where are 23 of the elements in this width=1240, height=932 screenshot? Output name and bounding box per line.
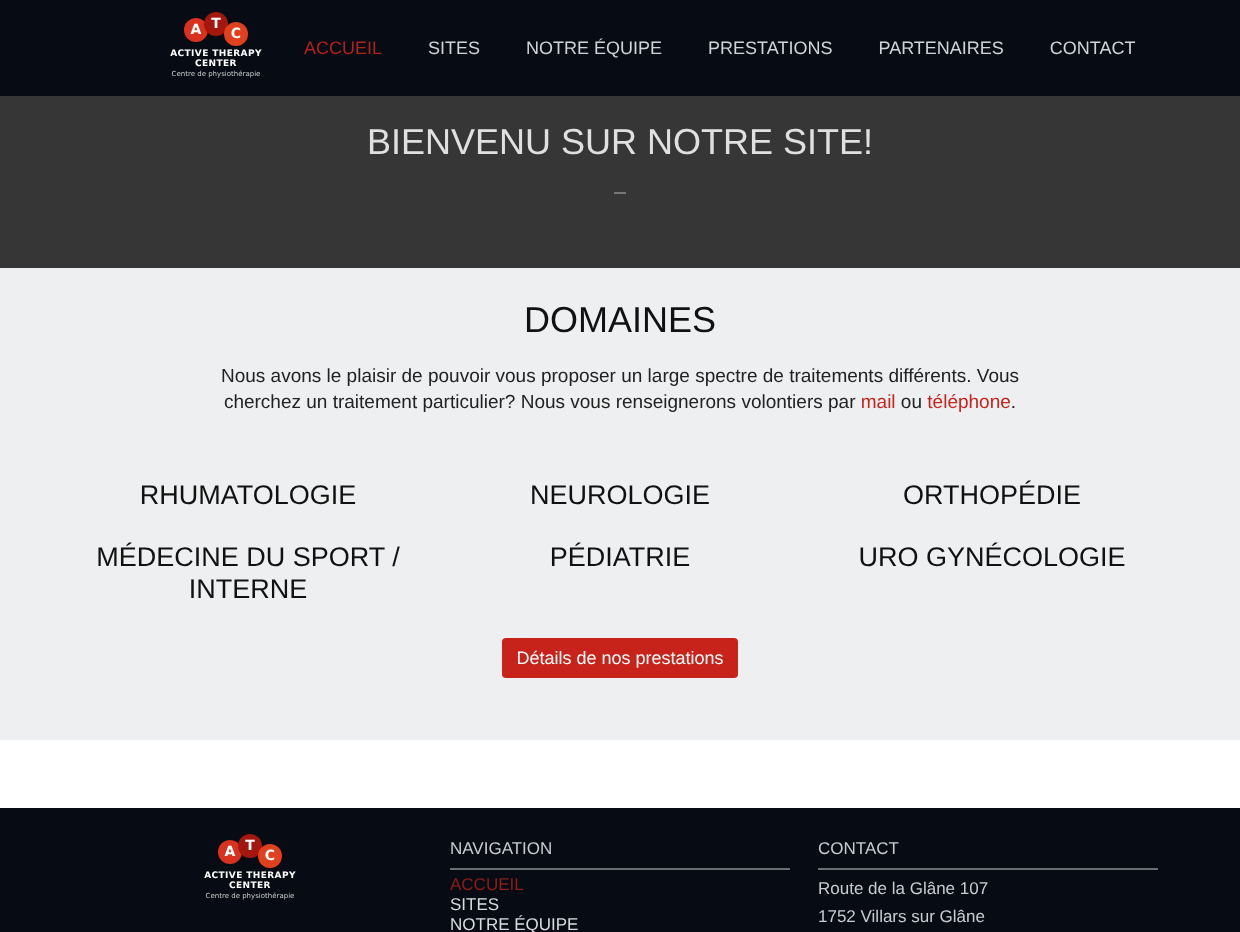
footer-heading: NAVIGATION [450, 838, 790, 870]
text-link[interactable]: téléphone [927, 392, 1011, 414]
section-title: DOMAINES [523, 300, 716, 342]
address-line: 1752 Villars sur Glâne [818, 904, 985, 930]
nav-link[interactable]: NOTRE ÉQUIPE [526, 38, 663, 58]
nav-link[interactable]: PRESTATIONS [708, 38, 833, 58]
details-button[interactable]: Détails de nos prestations [502, 638, 738, 678]
intro-paragraph: Nous avons le plaisir de pouvoir vous proposer un large spectre de traitements différents. Vous cherchez un traitement particulier? Nous vous renseignerons volontiers par mail ou téléphone. [220, 364, 1020, 416]
domain-heading: RHUMATOLOGIE [137, 480, 359, 512]
domain-heading: ORTHOPÉDIE [900, 480, 1083, 512]
domain-heading: MÉDECINE DU SPORT / INTERNE [94, 542, 402, 606]
domain-heading: URO GYNÉCOLOGIE [856, 542, 1128, 576]
nav-link[interactable]: SITES [428, 38, 481, 58]
divider-mark [614, 192, 626, 194]
domain-heading: PÉDIATRIE [547, 542, 693, 576]
text-link[interactable]: mail [860, 392, 896, 414]
footer-link[interactable]: SITES [450, 894, 500, 914]
nav-link[interactable]: PARTENAIRES [878, 38, 1004, 58]
footer-heading: CONTACT [818, 838, 1158, 870]
domain-heading: NEUROLOGIE [527, 480, 713, 512]
nav-link[interactable]: CONTACT [1049, 38, 1136, 58]
address-line: Route de la Glâne 107 [818, 876, 989, 902]
hero-title: BIENVENU SUR NOTRE SITE! [366, 122, 874, 164]
